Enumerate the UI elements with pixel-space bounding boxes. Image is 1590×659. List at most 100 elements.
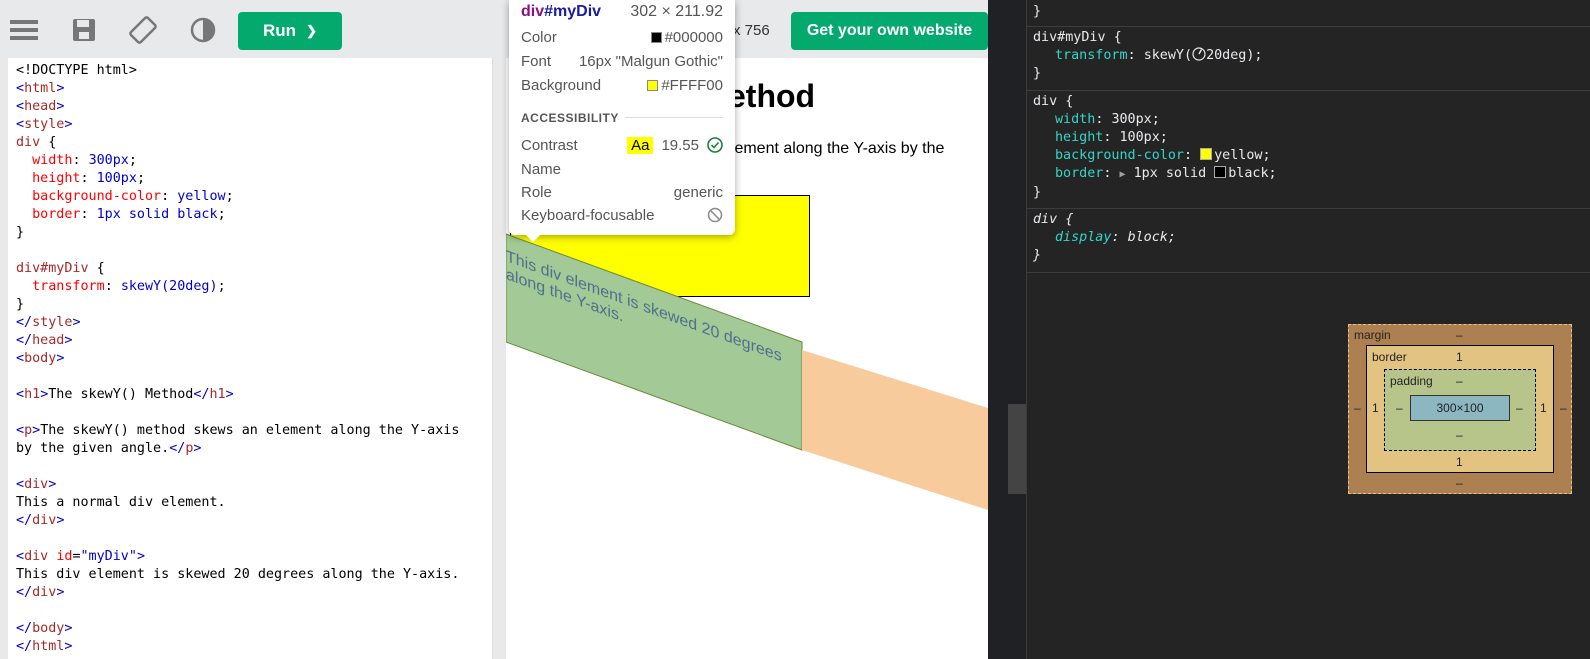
angle-clock-icon	[1192, 47, 1206, 61]
code-line[interactable]: </div>	[16, 584, 459, 602]
declaration-background-color[interactable]: background-color: yellow;	[1027, 147, 1590, 165]
border-bottom-value: 1	[1456, 455, 1463, 469]
code-line[interactable]: <head>	[16, 98, 459, 116]
code-line[interactable]	[16, 404, 459, 422]
tooltip-size: 302 × 211.92	[630, 3, 723, 20]
code-line[interactable]	[16, 530, 459, 548]
expand-triangle-icon: ▶	[1119, 169, 1126, 180]
tooltip-name-label: Name	[521, 160, 562, 178]
rule-close-brace: }	[1033, 248, 1042, 263]
tooltip-color-label: Color	[521, 28, 557, 46]
contrast-sample: Aa	[627, 136, 654, 154]
declaration-width[interactable]: width: 300px;	[1027, 111, 1590, 129]
code-line[interactable]: </div>	[16, 512, 459, 530]
code-editor[interactable]: <!DOCTYPE html> <html> <head> <style> div { …	[8, 58, 493, 659]
border-label: border	[1372, 350, 1407, 364]
rule-selector: div {	[1033, 212, 1074, 227]
yellow-swatch	[1200, 148, 1213, 160]
run-button-label: Run	[263, 21, 297, 40]
rule-close-brace: }	[1033, 185, 1042, 200]
code-line[interactable]: This a normal div element.	[16, 494, 459, 512]
declaration-display[interactable]: display: block;	[1027, 229, 1590, 247]
inspect-tooltip: div#myDiv 302 × 211.92 Color #000000 Fon…	[509, 0, 735, 235]
not-allowed-icon	[707, 207, 723, 223]
chevron-right-icon: ❯	[306, 23, 317, 38]
menu-icon[interactable]	[8, 14, 40, 46]
box-model-content[interactable]: 300×100	[1410, 395, 1510, 421]
check-circle-icon	[707, 137, 723, 153]
code-line[interactable]: width: 300px;	[16, 152, 459, 170]
margin-label: margin	[1354, 328, 1391, 342]
tooltip-background-value: #FFFF00	[647, 77, 723, 94]
code-line[interactable]: </head>	[16, 332, 459, 350]
code-line[interactable]: <div>	[16, 476, 459, 494]
code-line[interactable]: }	[16, 224, 459, 242]
style-rule-mydiv[interactable]: div#myDiv { transform: skewY(20deg); }	[1027, 27, 1590, 91]
tooltip-color-value: #000000	[650, 29, 723, 46]
code-line[interactable]: div {	[16, 134, 459, 152]
tooltip-contrast-label: Contrast	[521, 136, 578, 154]
padding-top-value: –	[1456, 374, 1463, 388]
run-button[interactable]: Run ❯	[238, 12, 342, 50]
code-line[interactable]: <div id="myDiv">	[16, 548, 459, 566]
tooltip-keyboard-label: Keyboard-focusable	[521, 206, 655, 224]
code-line[interactable]: background-color: yellow;	[16, 188, 459, 206]
rule-selector: div {	[1033, 94, 1074, 109]
code-line[interactable]	[16, 602, 459, 620]
padding-label: padding	[1390, 374, 1433, 388]
black-swatch	[1214, 166, 1227, 178]
elements-scrollbar[interactable]	[1008, 404, 1026, 494]
code-line[interactable]: by the given angle.</p>	[16, 440, 459, 458]
code-line[interactable]: <h1>The skewY() Method</h1>	[16, 386, 459, 404]
pane-splitter[interactable]	[494, 58, 506, 659]
code-content[interactable]: <!DOCTYPE html> <html> <head> <style> div { …	[16, 62, 459, 656]
code-line[interactable]	[16, 242, 459, 260]
code-line[interactable]: </style>	[16, 314, 459, 332]
tooltip-selector: div#myDiv	[521, 3, 602, 20]
code-line[interactable]: </html>	[16, 638, 459, 656]
padding-right-value: –	[1516, 401, 1523, 415]
save-icon[interactable]	[68, 14, 100, 46]
get-your-own-website-button[interactable]: Get your own website	[791, 12, 988, 50]
tooltip-background-label: Background	[521, 76, 602, 94]
declaration-height[interactable]: height: 100px;	[1027, 129, 1590, 147]
border-right-value: 1	[1540, 401, 1547, 415]
declaration-transform[interactable]: transform: skewY(20deg);	[1027, 47, 1590, 65]
style-rule-div[interactable]: div { width: 300px; height: 100px; backg…	[1027, 91, 1590, 209]
margin-left-value: –	[1354, 401, 1361, 415]
accessibility-heading: ACCESSIBILITY	[521, 108, 625, 128]
result-size-readout: x 756	[733, 22, 770, 39]
code-line[interactable]	[16, 458, 459, 476]
code-line[interactable]: <!DOCTYPE html>	[16, 62, 459, 80]
rule-close-brace: }	[1033, 66, 1042, 81]
style-rule-user-agent-div[interactable]: div { display: block; }	[1027, 209, 1590, 273]
theme-contrast-icon[interactable]	[187, 14, 219, 46]
rule-close-brace: }	[1033, 4, 1042, 19]
code-line[interactable]: This div element is skewed 20 degrees al…	[16, 566, 459, 584]
border-left-value: 1	[1372, 401, 1379, 415]
tooltip-role-label: Role	[521, 183, 552, 201]
code-line[interactable]: <style>	[16, 116, 459, 134]
code-line[interactable]: div#myDiv {	[16, 260, 459, 278]
margin-bottom-value: –	[1456, 476, 1463, 490]
code-line[interactable]	[16, 368, 459, 386]
elements-tree-pane[interactable]	[988, 0, 1026, 659]
code-line[interactable]: }	[16, 296, 459, 314]
tooltip-role-value: generic	[673, 183, 723, 201]
rule-selector: div#myDiv {	[1033, 30, 1122, 45]
padding-left-value: –	[1396, 401, 1403, 415]
code-line[interactable]: </body>	[16, 620, 459, 638]
code-line[interactable]: <html>	[16, 80, 459, 98]
rotate-layout-icon[interactable]	[127, 14, 159, 46]
padding-bottom-value: –	[1456, 428, 1463, 442]
margin-top-value: –	[1456, 328, 1463, 342]
tooltip-arrow	[524, 233, 542, 242]
code-line[interactable]: <p>The skewY() method skews an element a…	[16, 422, 459, 440]
code-line[interactable]: <body>	[16, 350, 459, 368]
declaration-border[interactable]: border: ▶ 1px solid black;	[1027, 165, 1590, 184]
editor-toolbar: Run ❯ x 756 Get your own website	[0, 0, 988, 58]
tooltip-contrast-value: Aa 19.55	[627, 136, 723, 154]
code-line[interactable]: height: 100px;	[16, 170, 459, 188]
code-line[interactable]: border: 1px solid black;	[16, 206, 459, 224]
code-line[interactable]: transform: skewY(20deg);	[16, 278, 459, 296]
